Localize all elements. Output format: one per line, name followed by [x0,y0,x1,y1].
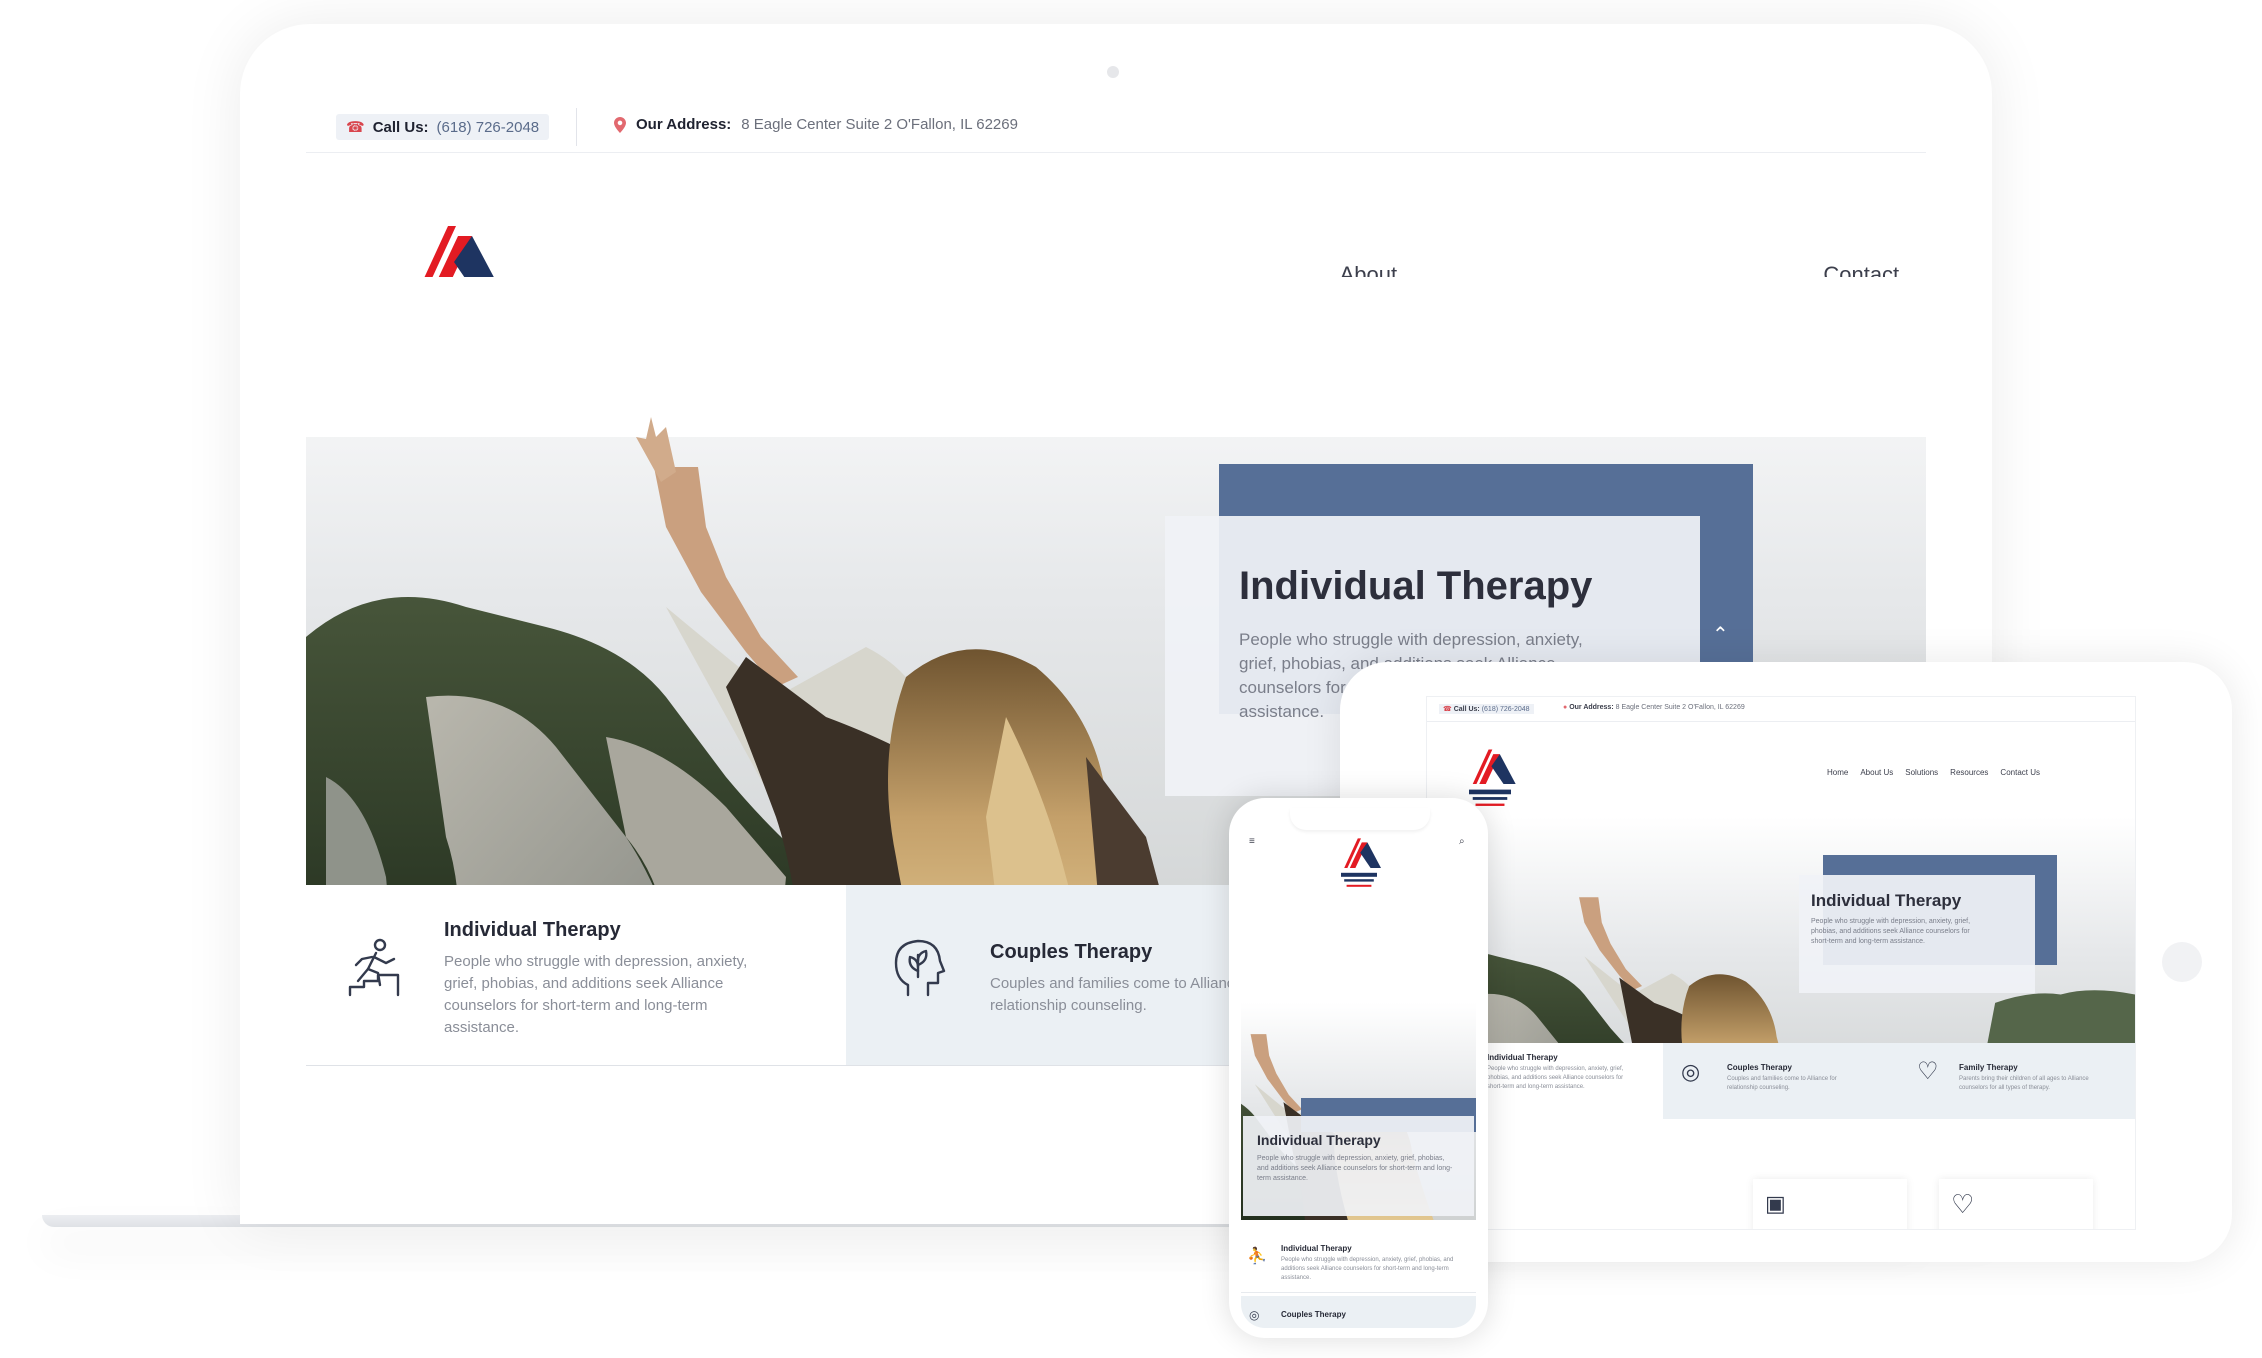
feature-card-individual[interactable]: Individual Therapy People who struggle w… [306,885,847,1065]
tablet-home-button [2162,942,2202,982]
feature-description: People who struggle with depression, anx… [1281,1257,1454,1281]
feature-title: Individual Therapy [1281,1244,1352,1253]
topbar-divider [576,108,577,146]
phone-feature-card-couples[interactable]: ◎ Couples Therapy [1241,1296,1476,1328]
tablet-card: ♡ [1939,1179,2093,1229]
nav-solutions[interactable]: Solutions [1905,768,1938,777]
hamburger-menu-icon[interactable]: ≡ [1249,836,1255,847]
tablet-screen: ☎ Call Us: (618) 726-2048 ● Our Address:… [1426,696,2136,1230]
climbing-stairs-icon: ⛹ [1247,1248,1267,1265]
head-leaf-icon: ◎ [1249,1308,1260,1322]
tablet-address: ● Our Address: 8 Eagle Center Suite 2 O'… [1563,704,1745,711]
tablet-nav: Home About Us Solutions Resources Contac… [1827,768,2040,777]
tablet-hero-title: Individual Therapy [1811,891,1962,910]
address-label: Our Address: [636,116,732,133]
nav-resources[interactable]: Resources [1950,768,1988,777]
phone-notch [1290,808,1430,830]
tablet-hero-description: People who struggle with depression, anx… [1811,918,1971,945]
phone-feature-card-individual[interactable]: ⛹ Individual Therapy People who struggle… [1241,1232,1476,1293]
top-info-bar: ☎ Call Us: (618) 726-2048 Our Address: 8… [306,102,1926,153]
call-us-chip[interactable]: ☎ Call Us: (618) 726-2048 [336,114,550,140]
feature-description: People who struggle with depression, anx… [1487,1066,1624,1090]
tablet-topbar: ☎ Call Us: (618) 726-2048 ● Our Address:… [1427,697,2135,722]
tablet-feature-card-family[interactable]: ♡ Family Therapy Parents bring their chi… [1903,1043,2135,1119]
phone-icon: ☎ [1443,706,1452,713]
heart-icon: ♡ [1951,1189,1975,1219]
chat-icon: ▣ [1765,1191,1786,1216]
laptop-camera [1107,66,1119,78]
address-info: Our Address: 8 Eagle Center Suite 2 O'Fa… [614,116,1018,133]
feature-title: Couples Therapy [990,941,1153,963]
phone-icon: ☎ [346,119,365,136]
tablet-call-chip[interactable]: ☎ Call Us: (618) 726-2048 [1439,704,1534,714]
search-icon[interactable]: ⌕ [1459,836,1465,847]
hero-title: Individual Therapy [1239,564,1593,608]
feature-title: Couples Therapy [1727,1063,1792,1072]
call-label: Call Us: [372,118,429,136]
map-pin-icon: ● [1563,704,1568,711]
map-pin-icon [614,116,626,133]
feature-title: Family Therapy [1959,1063,2018,1072]
nav-contact-us[interactable]: Contact Us [2000,768,2040,777]
climbing-stairs-icon [348,938,400,997]
address-value: 8 Eagle Center Suite 2 O'Fallon, IL 6226… [741,116,1018,133]
feature-title: Individual Therapy [1487,1053,1558,1062]
tablet-call-number: (618) 726-2048 [1481,706,1530,713]
chevron-up-icon[interactable]: ⌃ [1712,622,1729,647]
tablet-address-label: Our Address: [1569,704,1614,711]
feature-title: Individual Therapy [444,919,621,941]
heart-icon: ♡ [1917,1058,1939,1085]
phone-hero-description: People who struggle with depression, anx… [1257,1155,1453,1182]
nav-about-us[interactable]: About Us [1860,768,1893,777]
feature-description: Parents bring their children of all ages… [1959,1076,2089,1091]
call-number[interactable]: (618) 726-2048 [437,119,540,136]
phone-screen: ≡ ⌕ Individual Therapy People who strugg… [1241,812,1476,1328]
feature-description: Couples and families come to Alliance fo… [1727,1076,1837,1091]
nav-home[interactable]: Home [1827,768,1848,777]
head-leaf-icon: ◎ [1681,1059,1701,1084]
tablet-card: ▣ [1753,1179,1907,1229]
alliance-logo[interactable] [1329,828,1389,896]
tablet-call-label: Call Us: [1453,706,1480,713]
feature-title: Couples Therapy [1281,1310,1346,1319]
head-leaf-icon [894,939,946,997]
tablet-feature-card-couples[interactable]: ◎ Couples Therapy Couples and families c… [1667,1043,1903,1119]
tablet-address-value: 8 Eagle Center Suite 2 O'Fallon, IL 6226… [1615,704,1745,711]
phone-hero-title: Individual Therapy [1257,1132,1381,1148]
feature-description: People who struggle with depression, anx… [444,953,748,1036]
